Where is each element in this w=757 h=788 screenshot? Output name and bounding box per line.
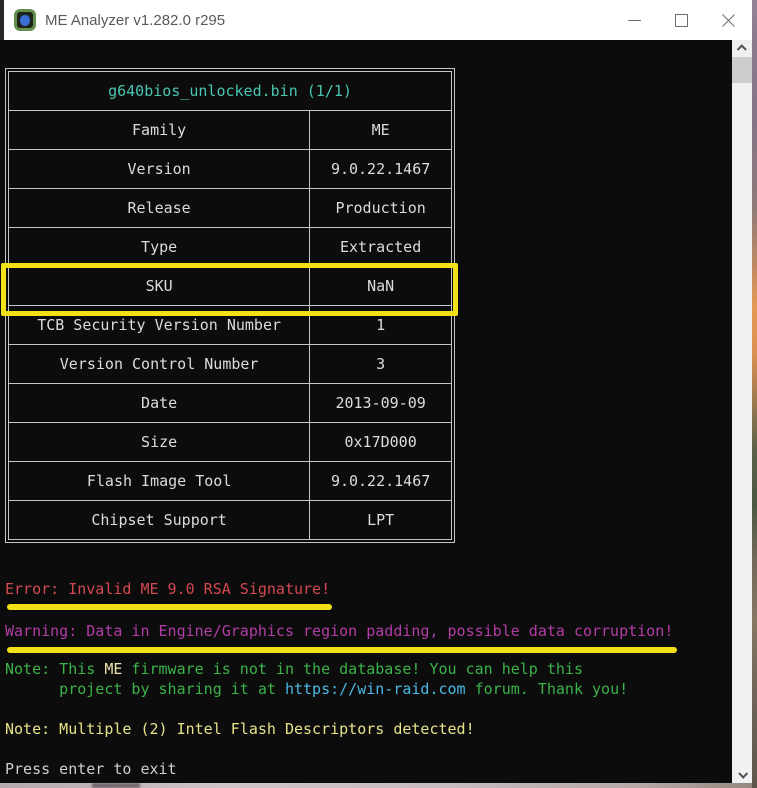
maximize-button[interactable] bbox=[658, 0, 705, 40]
exit-prompt: Press enter to exit bbox=[5, 760, 177, 778]
warning-underline-annotation bbox=[7, 647, 677, 653]
table-header-row: g640bios_unlocked.bin (1/1) bbox=[8, 71, 452, 111]
row-label: Size bbox=[7, 422, 311, 462]
console-output: g640bios_unlocked.bin (1/1) Family ME Ve… bbox=[0, 40, 732, 783]
close-icon bbox=[721, 13, 736, 28]
row-value: 9.0.22.1467 bbox=[309, 461, 452, 501]
note-flash-descriptors: Note: Multiple (2) Intel Flash Descripto… bbox=[5, 720, 475, 738]
window-title: ME Analyzer v1.282.0 r295 bbox=[45, 11, 226, 29]
table-row: Size 0x17D000 bbox=[7, 422, 452, 462]
desktop-shortcut-label-fragment bbox=[92, 783, 140, 788]
scroll-down-button[interactable] bbox=[732, 766, 752, 783]
note-text: project by sharing it at bbox=[5, 680, 285, 698]
row-label: Version Control Number bbox=[7, 344, 311, 384]
note-text: firmware is not in the database! You can… bbox=[122, 660, 583, 678]
desktop-background-strip-bottom bbox=[0, 783, 752, 788]
minimize-icon bbox=[628, 19, 641, 21]
table-row: Family ME bbox=[7, 110, 452, 150]
row-value: Production bbox=[309, 188, 452, 228]
desktop-background-strip-right bbox=[752, 0, 757, 788]
scroll-down-icon bbox=[737, 768, 748, 779]
table-row: Date 2013-09-09 bbox=[7, 383, 452, 423]
error-message: Error: Invalid ME 9.0 RSA Signature! bbox=[5, 580, 331, 598]
row-value: LPT bbox=[309, 500, 452, 540]
sku-highlight-annotation bbox=[1, 263, 458, 316]
maximize-icon bbox=[675, 13, 688, 27]
window-controls bbox=[611, 0, 752, 40]
scroll-up-button[interactable] bbox=[732, 40, 752, 57]
row-value: Extracted bbox=[309, 227, 452, 267]
close-button[interactable] bbox=[705, 0, 752, 40]
row-label: Family bbox=[7, 110, 311, 150]
row-label: Version bbox=[7, 149, 311, 189]
row-value: 9.0.22.1467 bbox=[309, 149, 452, 189]
app-chip-icon bbox=[14, 9, 36, 31]
table-row: Release Production bbox=[7, 188, 452, 228]
row-label: Release bbox=[7, 188, 311, 228]
title-bar: ME Analyzer v1.282.0 r295 bbox=[4, 0, 752, 40]
table-row: Version 9.0.22.1467 bbox=[7, 149, 452, 189]
scroll-up-icon bbox=[736, 44, 747, 55]
note-text: Note: This bbox=[5, 660, 105, 678]
note-text: forum. Thank you! bbox=[465, 680, 629, 698]
table-row: Type Extracted bbox=[7, 227, 452, 267]
row-label: Date bbox=[7, 383, 311, 423]
row-value: ME bbox=[309, 110, 452, 150]
note-database-line1: Note: This ME firmware is not in the dat… bbox=[5, 662, 583, 677]
table-row: Chipset Support LPT bbox=[7, 500, 452, 540]
screen: { "window": { "title": "ME Analyzer v1.2… bbox=[0, 0, 757, 788]
forum-url-text: https://win-raid.com bbox=[284, 680, 466, 698]
note-me-highlight: ME bbox=[104, 660, 123, 678]
file-name-header: g640bios_unlocked.bin (1/1) bbox=[8, 71, 452, 111]
row-value: 2013-09-09 bbox=[309, 383, 452, 423]
table-row: Version Control Number 3 bbox=[7, 344, 452, 384]
row-label: Chipset Support bbox=[7, 500, 311, 540]
note-database-line2: project by sharing it at https://win-rai… bbox=[5, 682, 628, 697]
table-row: Flash Image Tool 9.0.22.1467 bbox=[7, 461, 452, 501]
warning-message: Warning: Data in Engine/Graphics region … bbox=[5, 622, 674, 640]
scrollbar-track[interactable] bbox=[732, 40, 752, 783]
row-label: Flash Image Tool bbox=[7, 461, 311, 501]
error-underline-annotation bbox=[7, 604, 332, 610]
row-value: 0x17D000 bbox=[309, 422, 452, 462]
minimize-button[interactable] bbox=[611, 0, 658, 40]
row-label: Type bbox=[7, 227, 311, 267]
row-value: 3 bbox=[309, 344, 452, 384]
scrollbar-thumb[interactable] bbox=[732, 57, 752, 83]
